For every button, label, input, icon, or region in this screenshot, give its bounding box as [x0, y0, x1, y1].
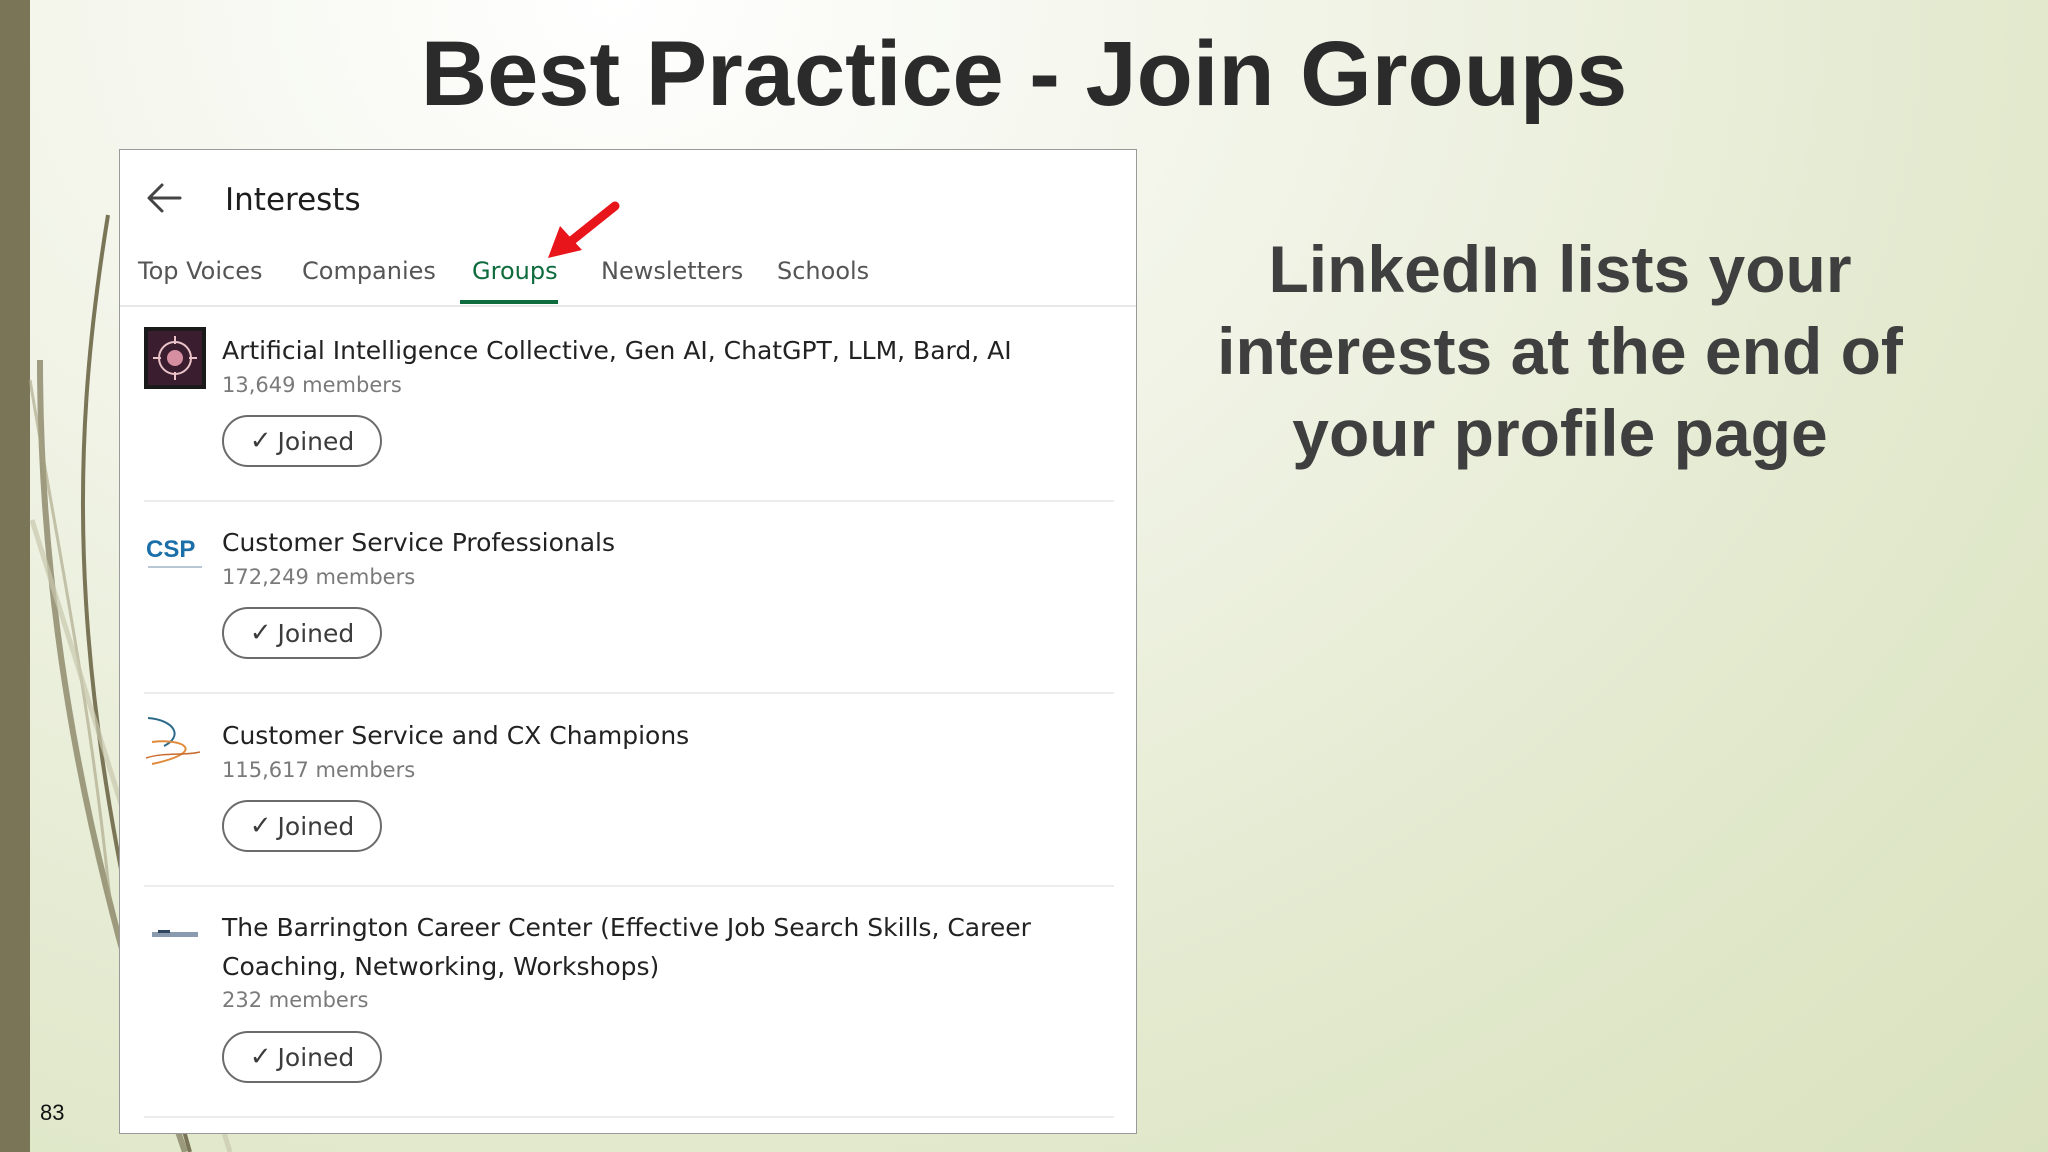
list-divider — [144, 885, 1114, 887]
joined-button[interactable]: ✓ Joined — [222, 800, 382, 852]
checkmark-icon: ✓ — [249, 811, 272, 841]
group-name[interactable]: Customer Service and CX Champions — [222, 716, 1122, 755]
list-divider — [144, 692, 1114, 694]
joined-button-label: Joined — [277, 618, 355, 648]
ai-collective-logo — [144, 327, 206, 389]
group-member-count: 115,617 members — [222, 758, 416, 782]
slide-title: Best Practice - Join Groups — [420, 23, 1628, 125]
group-member-count: 13,649 members — [222, 373, 402, 397]
tab-companies[interactable]: Companies — [302, 257, 436, 285]
joined-button[interactable]: ✓ Joined — [222, 1031, 382, 1083]
checkmark-icon: ✓ — [249, 618, 272, 648]
joined-button-label: Joined — [277, 1042, 355, 1072]
cx-champions-logo — [145, 717, 201, 765]
panel-title: Interests — [225, 182, 361, 218]
csp-logo: CSP — [144, 519, 206, 581]
csp-logo-text: CSP — [146, 536, 195, 563]
page-number: 83 — [40, 1100, 65, 1125]
interests-panel-screenshot: Interests Top Voices Companies Groups Ne… — [119, 149, 1137, 1134]
joined-button-label: Joined — [277, 426, 355, 456]
tab-top-voices[interactable]: Top Voices — [138, 257, 263, 285]
back-arrow-icon[interactable] — [144, 180, 184, 216]
group-member-count: 172,249 members — [222, 565, 416, 589]
checkmark-icon: ✓ — [249, 426, 272, 456]
barrington-career-center-logo — [152, 930, 198, 937]
joined-button[interactable]: ✓ Joined — [222, 607, 382, 659]
group-name[interactable]: Artificial Intelligence Collective, Gen … — [222, 331, 1122, 370]
group-name[interactable]: The Barrington Career Center (Effective … — [222, 908, 1122, 986]
group-member-count: 232 members — [222, 988, 369, 1012]
joined-button[interactable]: ✓ Joined — [222, 415, 382, 467]
group-name[interactable]: Customer Service Professionals — [222, 523, 1122, 562]
list-divider — [144, 500, 1114, 502]
joined-button-label: Joined — [277, 811, 355, 841]
annotation-arrow-icon — [548, 201, 620, 258]
slide-side-text: LinkedIn lists your interests at the end… — [1217, 232, 1903, 470]
tab-schools[interactable]: Schools — [777, 257, 869, 285]
checkmark-icon: ✓ — [249, 1042, 272, 1072]
list-divider — [144, 1116, 1114, 1118]
